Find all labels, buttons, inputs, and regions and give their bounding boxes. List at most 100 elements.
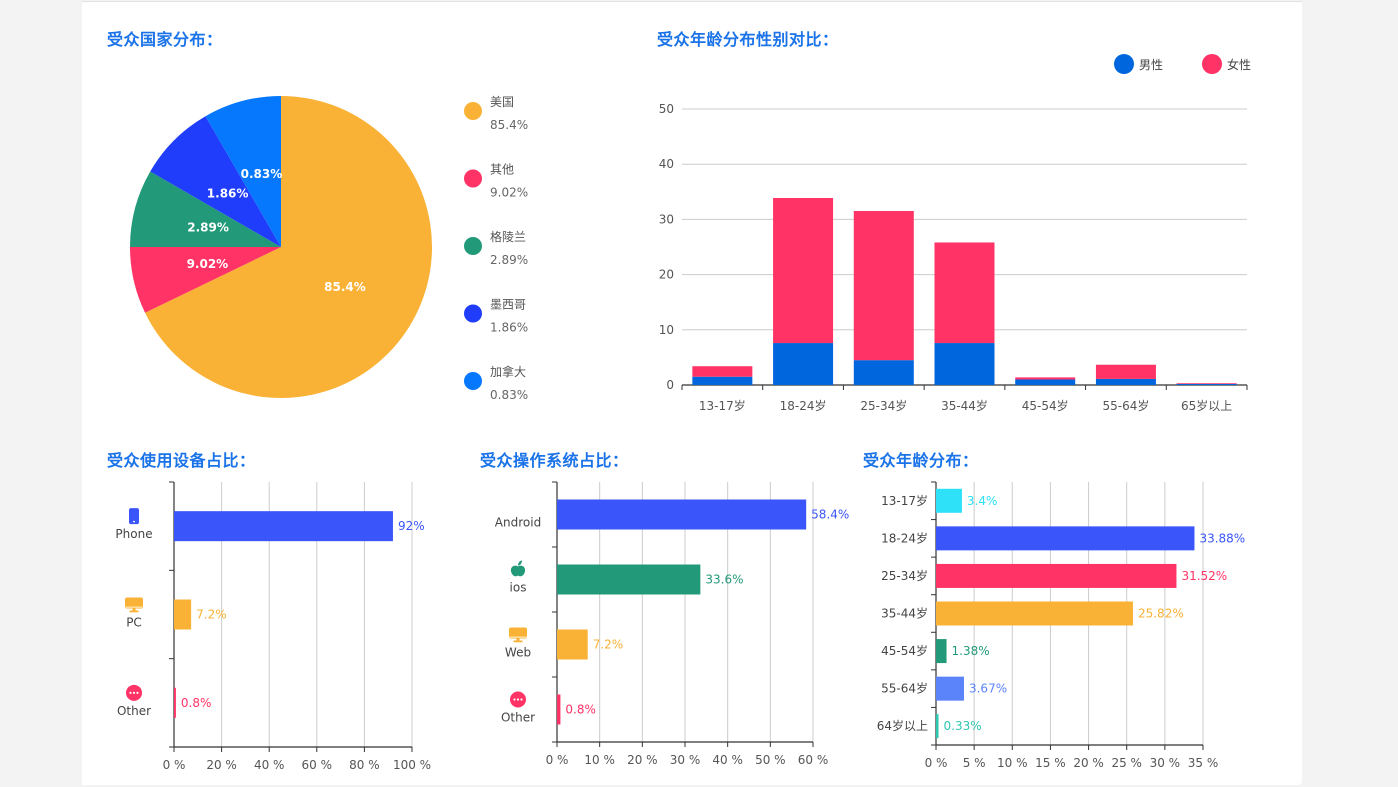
pie-slice-label: 0.83% bbox=[241, 167, 283, 181]
legend-value: 9.02% bbox=[490, 186, 528, 200]
legend-value: 2.89% bbox=[490, 253, 528, 267]
bar-value-label: 0.8% bbox=[565, 703, 596, 717]
bar[interactable] bbox=[174, 599, 192, 630]
y-tick-label: 10 bbox=[659, 323, 674, 337]
x-tick-label: 55-64岁 bbox=[1102, 398, 1149, 413]
bar-segment-male[interactable] bbox=[1015, 379, 1076, 385]
monitor-stand bbox=[513, 640, 523, 643]
bar-segment-male[interactable] bbox=[692, 376, 753, 385]
bar[interactable] bbox=[936, 676, 964, 701]
bar[interactable] bbox=[557, 629, 588, 660]
bar[interactable] bbox=[936, 488, 962, 513]
y-tick-label: 30 bbox=[659, 212, 674, 226]
bar-value-label: 7.2% bbox=[196, 608, 227, 622]
x-tick-label: 35 % bbox=[1188, 756, 1219, 770]
bar[interactable] bbox=[557, 694, 561, 725]
x-tick-label: 10 % bbox=[997, 756, 1028, 770]
legend-item[interactable]: 其他 9.02% bbox=[464, 163, 528, 200]
bar-value-label: 3.4% bbox=[967, 494, 998, 508]
bar[interactable] bbox=[557, 499, 807, 530]
charts-canvas: 85.4% 9.02% 2.89% 1.86% 0.83% 美国 85.4% 其他 9.02%… bbox=[115, 54, 1251, 772]
legend-item[interactable]: 格陵兰 2.89% bbox=[464, 229, 528, 267]
bar-value-label: 58.4% bbox=[811, 508, 849, 522]
x-tick-label: 25-34岁 bbox=[860, 398, 907, 413]
y-category-label: Android bbox=[495, 516, 541, 530]
bar-segment-female[interactable] bbox=[934, 242, 995, 344]
bar-segment-male[interactable] bbox=[1095, 378, 1156, 385]
y-category-label: 45-54岁 bbox=[881, 643, 928, 658]
legend-marker bbox=[464, 102, 482, 120]
x-tick-label: 20 % bbox=[206, 758, 237, 772]
bar-segment-female[interactable] bbox=[1176, 383, 1237, 384]
bar-value-label: 33.88% bbox=[1199, 531, 1245, 545]
monitor-bezel bbox=[509, 636, 527, 638]
legend-item[interactable]: 加拿大 0.83% bbox=[464, 364, 528, 402]
bar-segment-female[interactable] bbox=[773, 197, 834, 344]
legend-item[interactable]: 女性 bbox=[1202, 54, 1251, 74]
bar-value-label: 7.2% bbox=[593, 638, 624, 652]
more-icon bbox=[126, 684, 142, 701]
more-dot bbox=[132, 691, 136, 694]
bar-segment-male[interactable] bbox=[773, 343, 834, 385]
bar-value-label: 3.67% bbox=[969, 682, 1007, 696]
legend-value: 0.83% bbox=[490, 388, 528, 402]
legend-marker bbox=[464, 372, 482, 390]
x-tick-label: 60 % bbox=[798, 753, 829, 767]
y-category-label: 18-24岁 bbox=[881, 530, 928, 545]
x-tick-label: 25 % bbox=[1111, 756, 1142, 770]
bar[interactable] bbox=[936, 563, 1177, 588]
legend-name: 格陵兰 bbox=[490, 229, 526, 244]
bar-value-label: 25.82% bbox=[1138, 607, 1184, 621]
country-pie-chart: 85.4% 9.02% 2.89% 1.86% 0.83% bbox=[130, 96, 433, 398]
bar-value-label: 0.33% bbox=[944, 719, 982, 733]
legend-value: 1.86% bbox=[490, 321, 528, 335]
apple-icon bbox=[510, 560, 526, 577]
bar-segment-female[interactable] bbox=[1095, 364, 1156, 379]
bar-segment-female[interactable] bbox=[1015, 377, 1076, 380]
more-icon bbox=[510, 691, 526, 708]
bar-segment-female[interactable] bbox=[692, 366, 753, 377]
legend-name: 墨西哥 bbox=[490, 298, 526, 312]
bar[interactable] bbox=[174, 687, 176, 718]
legend-marker bbox=[464, 237, 482, 255]
x-tick-label: 40 % bbox=[254, 758, 285, 772]
monitor-icon bbox=[509, 627, 527, 643]
bar[interactable] bbox=[936, 639, 947, 664]
bar[interactable] bbox=[557, 564, 701, 595]
x-tick-label: 0 % bbox=[163, 758, 186, 772]
x-tick-label: 30 % bbox=[1150, 756, 1181, 770]
bar[interactable] bbox=[174, 511, 393, 542]
age-gender-stacked-bar-chart: 0 10 20 30 40 50 13-17岁 18-24岁 25-34岁 35-44岁 45-54… bbox=[659, 54, 1251, 413]
x-tick-label: 45-54岁 bbox=[1022, 398, 1069, 413]
monitor-bezel bbox=[125, 606, 143, 608]
legend-name: 加拿大 bbox=[490, 364, 526, 379]
bar[interactable] bbox=[936, 526, 1195, 551]
more-dot bbox=[513, 698, 516, 701]
y-category-label: 13-17岁 bbox=[881, 493, 928, 508]
bar-segment-male[interactable] bbox=[853, 360, 914, 385]
legend-label: 男性 bbox=[1139, 58, 1163, 72]
phone-button bbox=[133, 520, 135, 523]
y-category-label: 55-64岁 bbox=[881, 681, 928, 696]
bar-value-label: 0.8% bbox=[181, 696, 212, 710]
y-tick-label: 20 bbox=[659, 268, 674, 282]
bar-segment-male[interactable] bbox=[934, 343, 995, 385]
pie-slice-label: 2.89% bbox=[187, 220, 229, 234]
legend-item[interactable]: 墨西哥 1.86% bbox=[464, 298, 528, 335]
legend-marker bbox=[464, 304, 482, 323]
y-category-label: PC bbox=[126, 616, 142, 630]
legend-item[interactable]: 男性 bbox=[1114, 54, 1163, 74]
bar-value-label: 33.6% bbox=[705, 573, 743, 587]
y-category-label: 35-44岁 bbox=[881, 606, 928, 621]
x-tick-label: 50 % bbox=[755, 753, 786, 767]
legend-marker bbox=[1202, 54, 1222, 74]
x-tick-label: 20 % bbox=[1073, 756, 1104, 770]
bar-segment-female[interactable] bbox=[853, 211, 914, 361]
bar-segment-male[interactable] bbox=[1176, 383, 1237, 385]
x-tick-label: 80 % bbox=[349, 758, 380, 772]
bar[interactable] bbox=[936, 601, 1133, 626]
y-category-label: Web bbox=[505, 646, 531, 660]
bar[interactable] bbox=[936, 714, 939, 739]
legend-item[interactable]: 美国 85.4% bbox=[464, 95, 528, 132]
x-tick-label: 35-44岁 bbox=[941, 398, 988, 413]
